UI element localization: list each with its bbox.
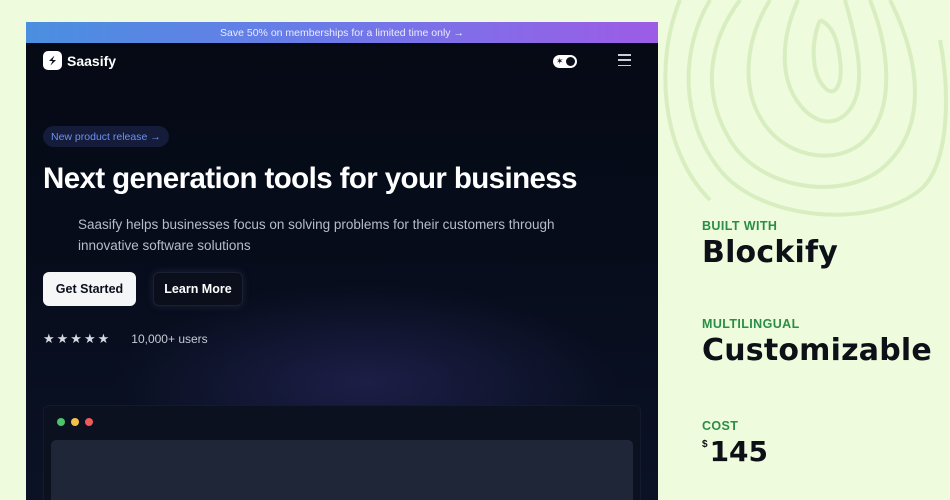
app-mockup-window (43, 405, 641, 500)
user-count: 10,000+ users (131, 332, 208, 346)
star-rating-icon: ★★★★★ (43, 331, 112, 346)
built-with-label: BUILT WITH (702, 219, 778, 233)
price: $ 145 (702, 435, 768, 468)
saasify-logo-icon (43, 51, 62, 70)
sun-icon: ✶ (556, 56, 564, 66)
navbar: Saasify ✶ (26, 43, 658, 79)
multilingual-value: Customizable (702, 333, 932, 368)
brand-name: Saasify (67, 52, 117, 69)
window-dot-yellow (71, 418, 79, 426)
built-with-section: BUILT WITH Blockify (702, 219, 838, 270)
window-dot-green (57, 418, 65, 426)
cost-section: COST $ 145 (702, 419, 768, 468)
hero-subtitle: Saasify helps businesses focus on solvin… (78, 217, 555, 253)
user-rating: ★★★★★ 10,000+ users (43, 331, 208, 347)
menu-icon[interactable] (618, 54, 631, 66)
currency-symbol: $ (702, 439, 708, 450)
multilingual-section: MULTILINGUAL Customizable (702, 317, 932, 368)
brand-logo[interactable]: Saasify (43, 51, 116, 70)
release-badge[interactable]: New product release → (43, 126, 169, 147)
theme-toggle[interactable]: ✶ (553, 55, 577, 68)
promo-text[interactable]: Save 50% on memberships for a limited ti… (220, 27, 464, 39)
website-preview: Save 50% on memberships for a limited ti… (26, 22, 658, 500)
release-badge-text: New product release → (51, 130, 161, 143)
window-dot-red (85, 418, 93, 426)
hero-title: Next generation tools for your business (43, 162, 578, 195)
toggle-knob (566, 57, 575, 66)
get-started-button[interactable]: Get Started (43, 272, 136, 306)
topographic-decoration (663, 0, 948, 217)
price-amount: 145 (709, 435, 769, 468)
multilingual-label: MULTILINGUAL (702, 317, 800, 331)
learn-more-button[interactable]: Learn More (153, 272, 243, 306)
app-mockup-content (51, 440, 633, 500)
built-with-value: Blockify (702, 235, 838, 270)
window-controls (57, 418, 93, 426)
cost-label: COST (702, 419, 739, 433)
promo-banner[interactable]: Save 50% on memberships for a limited ti… (26, 22, 658, 43)
